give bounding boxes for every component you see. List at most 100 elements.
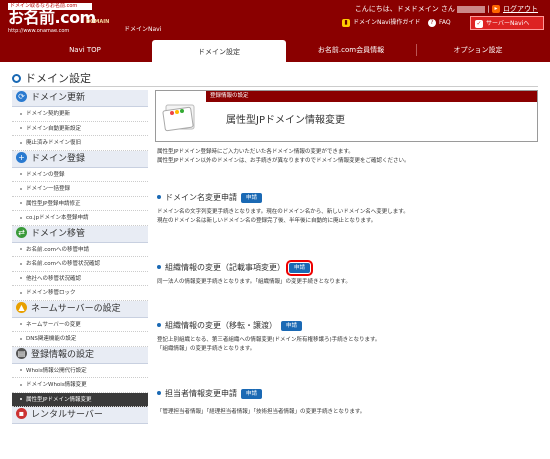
section-org-info-change: 組織情報の変更（記載事項変更） 申請 同一法人の情報変更手続きとなります。「組織情… [157,259,351,287]
sidebar-item-label: ドメイン一括登録 [26,186,71,192]
description-line: 同一法人の情報変更手続きとなります。「組織情報」の変更手続きとなります。 [157,279,351,285]
section-domain-name-change: ドメイン名変更申請 申請 ドメイン名の文字列変更手続きとなります。現在のドメイン名… [157,192,409,226]
sidebar-item-transfer-out[interactable]: 他社への移管状況確認 [12,272,148,286]
site-logo[interactable]: お名前.com [8,10,96,26]
sidebar-heading-renew: ⟳ ドメイン更新 [12,90,148,107]
tab-member-info[interactable]: お名前.com会員情報 [286,38,416,62]
tab-navi-top[interactable]: Navi TOP [18,38,152,62]
sidebar-item-label: 属性型JPドメイン情報変更 [26,396,92,403]
intro-text: 属性型JPドメイン登録時にご入力いただいた各ドメイン情報の変更ができます。 属性… [157,148,409,166]
sidebar-heading-label: ドメイン移管 [31,228,86,239]
circle-icon [12,73,21,83]
sidebar-item-dns[interactable]: DNS関連機能の設定 [12,332,148,347]
section-title: ドメイン名変更申請 [165,193,237,202]
sidebar-item-transfer-apply[interactable]: お名前.comへの移管申請 [12,243,148,257]
server-icon: ▪ [16,408,27,419]
banner-caption: 登録情報の設定 [206,91,537,102]
description-line: 現在のドメイン名は新しいドメイン名の登録完了後、半年後に自動的に廃止となります。 [157,218,377,224]
apply-button[interactable]: 申請 [281,320,303,331]
sidebar-item-transfer-lock[interactable]: ドメイン移管ロック [12,286,148,301]
sidebar-item-label: お名前.comへの移管申請 [26,246,89,253]
sidebar-item-renew-contract[interactable]: ドメイン契約更新 [12,107,148,122]
sidebar-item-auto-renew[interactable]: ドメイン自動更新設定 [12,122,148,136]
sidebar-item-label: ドメイン移管ロック [26,290,76,296]
faq-link[interactable]: ? FAQ [424,16,464,30]
logout-link[interactable]: ログアウト [503,5,538,13]
bullet-icon [20,369,22,371]
sidebar-item-register[interactable]: ドメインの登録 [12,168,148,182]
intro-line: 属性型JPドメイン以外のドメインは、お手続きが異なりますのでドメイン情報変更をご… [157,158,410,164]
sidebar-heading-label: ドメイン更新 [31,93,86,103]
section-description: 「管理担当者情報」「経理担当者情報」「技術担当者情報」の変更手続きとなります。 [157,408,365,417]
sidebar-item-whois-change[interactable]: ドメインWhois情報変更 [12,378,148,393]
tab-options[interactable]: オプション設定 [416,38,540,62]
bullet-icon [20,187,22,190]
server-navi-button[interactable]: ✓ サーバーNaviへ [470,16,544,30]
title-divider [12,86,538,87]
sidebar-heading-reginfo: ▤ 登録情報の設定 [12,346,148,364]
sidebar-item-ns-change[interactable]: ネームサーバーの変更 [12,318,148,332]
question-icon: ? [428,18,436,27]
sidebar-item-label: 他社への移管状況確認 [26,275,82,282]
bullet-icon [157,194,161,199]
bullet-icon [157,390,161,395]
sidebar-heading-register: + ドメイン登録 [12,150,148,168]
bullet-icon [20,141,22,144]
masked-username [457,5,486,13]
app-name: ドメインNavi [124,26,162,33]
bullet-icon [20,216,22,219]
apply-button[interactable]: 申請 [241,388,263,399]
sidebar-heading-transfer: ⇄ ドメイン移管 [12,225,148,243]
sidebar-item-label: お名前.comへの移管状況確認 [26,261,100,267]
user-greeting: こんにちは、ドメドメイン さん | ▸ ログアウト [355,4,538,14]
bullet-icon [20,262,22,265]
bullet-icon [20,398,22,400]
faq-label: FAQ [439,19,451,26]
intro-line: 属性型JPドメイン登録時にご入力いただいた各ドメイン情報の変更ができます。 [157,149,354,155]
section-heading: 組織情報の変更（記載事項変更） 申請 [157,259,351,276]
main-tabs: Navi TOP ドメイン設定 お名前.com会員情報 オプション設定 [0,38,550,62]
section-description: 同一法人の情報変更手続きとなります。「組織情報」の変更手続きとなります。 [157,278,351,287]
document-icon: ▤ [16,347,27,359]
plus-icon: + [16,151,27,163]
sidebar-item-transfer-status[interactable]: お名前.comへの移管状況確認 [12,257,148,272]
sidebar-item-label: ドメイン自動更新設定 [26,125,82,132]
sidebar-item-jp-fix[interactable]: 属性型JP登録申請修正 [12,197,148,211]
page-banner: 登録情報の設定 属性型JPドメイン情報変更 [155,90,538,142]
sidebar-heading-label: レンタルサーバー [31,410,103,420]
transfer-icon: ⇄ [16,226,27,238]
section-contact-change: 担当者情報変更申請 申請 「管理担当者情報」「経理担当者情報」「技術担当者情報」の… [157,388,365,417]
sidebar-heading-rental-server: ▪ レンタルサーバー [12,407,148,424]
sidebar-heading-nameserver: ▲ ネームサーバーの設定 [12,300,148,318]
apply-button[interactable]: 申請 [241,192,263,203]
section-org-transfer: 組織情報の変更（移転・譲渡） 申請 登記上別組織となる、第三者組織への情報変更(ド… [157,320,380,354]
description-line: ドメイン名の文字列変更手続きとなります。現在のドメイン名から、新しいドメイン名へ… [157,209,409,215]
bullet-icon [20,277,22,279]
sidebar-item-restore[interactable]: 廃止済みドメイン復旧 [12,136,148,151]
page-title: ドメイン設定 [12,70,91,86]
bullet-icon [20,202,22,204]
section-title: 組織情報の変更（移転・譲渡） [165,321,277,330]
folder-icon [162,104,195,132]
section-heading: 担当者情報変更申請 申請 [157,388,365,400]
banner-title: 属性型JPドメイン情報変更 [226,115,345,126]
sidebar-item-label: DNS関連機能の設定 [26,336,77,342]
apply-button[interactable]: 申請 [285,259,314,276]
tab-domain-settings[interactable]: ドメイン設定 [152,40,286,62]
bullet-icon [20,248,22,250]
sidebar-item-jp-info-change[interactable]: 属性型JPドメイン情報変更 [12,392,148,407]
main-content: 登録情報の設定 属性型JPドメイン情報変更 属性型JPドメイン登録時にご入力いた… [155,90,538,459]
section-description: ドメイン名の文字列変更手続きとなります。現在のドメイン名から、新しいドメイン名へ… [157,208,409,226]
logo-url: http://www.onamae.com [8,28,70,34]
separator: | [487,5,490,13]
server-navi-label: サーバーNaviへ [486,20,530,27]
guide-link[interactable]: ▮ ドメインNavi操作ガイド [338,16,420,30]
sidebar-item-whois-proxy[interactable]: Whois情報公開代行設定 [12,364,148,378]
sidebar-item-bulk-register[interactable]: ドメイン一括登録 [12,182,148,197]
bullet-icon [157,264,161,269]
section-description: 登記上別組織となる、第三者組織への情報変更(ドメイン所有権移譲ろ)手続きとなりま… [157,336,380,354]
sidebar-item-cojp[interactable]: co.jpドメイン本登録申請 [12,211,148,226]
section-heading: 組織情報の変更（移転・譲渡） 申請 [157,320,380,332]
server-icon: ▲ [16,301,27,313]
guide-label: ドメインNavi操作ガイド [353,19,421,26]
